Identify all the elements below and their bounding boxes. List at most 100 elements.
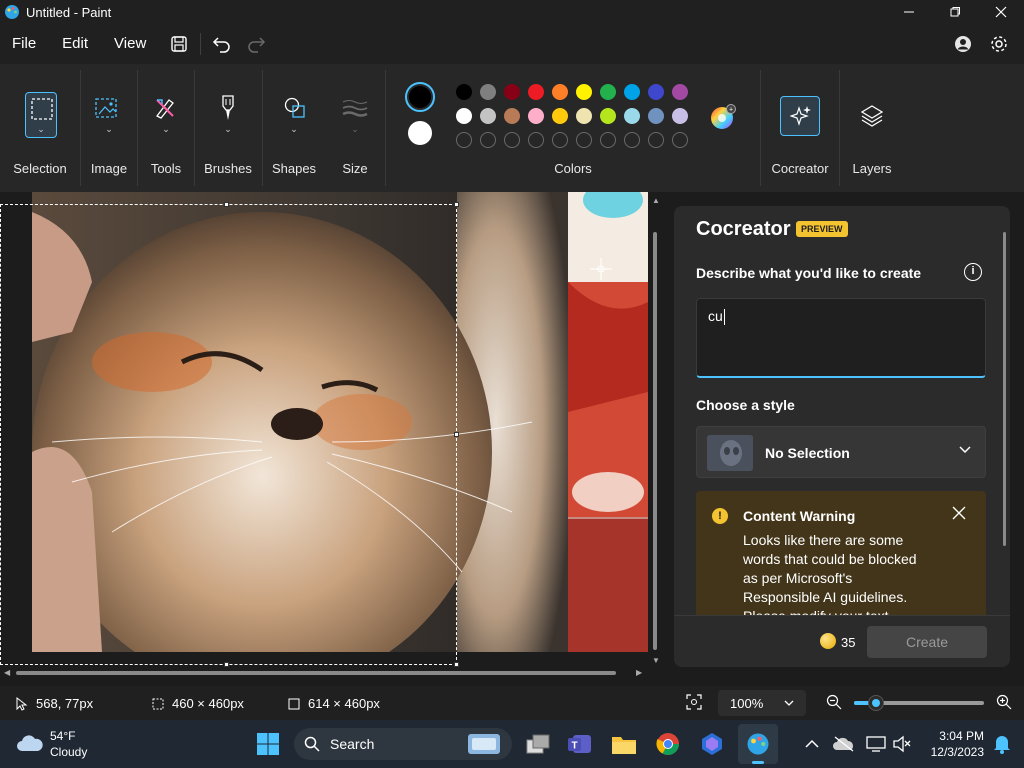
resize-handle[interactable] [224,662,229,667]
layers-group[interactable]: Layers [840,64,904,192]
empty-color-slot[interactable] [648,132,664,148]
resize-handle[interactable] [224,202,229,207]
horizontal-scroll-thumb[interactable] [16,671,616,675]
color-swatch[interactable] [480,84,496,100]
size-group[interactable]: ⌄ Size [326,64,384,192]
save-icon[interactable] [162,27,196,61]
vertical-scroll-thumb[interactable] [653,232,657,650]
color-swatch[interactable] [600,84,616,100]
empty-color-slot[interactable] [456,132,472,148]
secondary-color-swatch[interactable] [408,121,432,145]
edit-colors-icon[interactable]: + [710,104,736,130]
selection-rectangle[interactable] [0,204,457,665]
color-swatch[interactable] [624,108,640,124]
color-swatch[interactable] [672,108,688,124]
zoom-slider-thumb[interactable] [868,695,884,711]
redo-icon[interactable] [239,27,273,61]
prompt-input[interactable]: cu [696,298,986,378]
image-group[interactable]: ⌄ Image [81,64,137,192]
create-button[interactable]: Create [867,626,987,658]
onedrive-icon[interactable] [830,730,858,758]
color-swatch[interactable] [648,84,664,100]
network-icon[interactable] [862,730,890,758]
taskbar-search[interactable]: Search [294,728,512,760]
close-icon[interactable] [978,0,1024,24]
color-swatch[interactable] [480,108,496,124]
empty-color-slot[interactable] [672,132,688,148]
preview-badge: PREVIEW [796,221,848,237]
color-swatch[interactable] [528,108,544,124]
notification-bell-icon[interactable] [988,730,1016,758]
scroll-up-icon[interactable]: ▲ [652,196,660,205]
clock[interactable]: 3:04 PM 12/3/2023 [926,729,984,759]
empty-color-slot[interactable] [504,132,520,148]
zoom-slider[interactable] [854,695,984,711]
brushes-group[interactable]: ⌄ Brushes [195,64,261,192]
color-swatch[interactable] [456,108,472,124]
style-dropdown[interactable]: No Selection [696,426,986,478]
task-view-icon[interactable] [524,730,552,758]
canvas-area[interactable]: ▲ ▼ ◀ ▶ [0,192,660,682]
color-swatch[interactable] [552,84,568,100]
resize-handle[interactable] [454,662,459,667]
settings-icon[interactable] [982,27,1016,61]
account-icon[interactable] [946,27,980,61]
copilot-icon[interactable] [698,730,726,758]
empty-color-slot[interactable] [480,132,496,148]
color-swatch[interactable] [504,84,520,100]
maximize-icon[interactable] [932,0,978,24]
empty-color-slot[interactable] [552,132,568,148]
chevron-up-icon[interactable] [798,730,826,758]
scroll-left-icon[interactable]: ◀ [4,668,10,677]
close-icon[interactable] [952,504,966,525]
resize-handle[interactable] [454,202,459,207]
empty-color-slot[interactable] [576,132,592,148]
zoom-dropdown[interactable]: 100% [718,690,806,716]
file-explorer-icon[interactable] [610,730,638,758]
tools-group[interactable]: ⌄ Tools [138,64,194,192]
volume-muted-icon[interactable] [888,730,916,758]
info-icon[interactable]: i [964,263,982,281]
vertical-scrollbar[interactable]: ▲ ▼ [650,192,660,667]
shapes-group[interactable]: ⌄ Shapes [263,64,325,192]
chrome-icon[interactable] [654,730,682,758]
empty-color-slot[interactable] [624,132,640,148]
menu-edit[interactable]: Edit [50,24,100,64]
color-swatch[interactable] [552,108,568,124]
color-swatch[interactable] [456,84,472,100]
color-swatch[interactable] [504,108,520,124]
resize-handle[interactable] [454,432,459,437]
primary-color-swatch[interactable] [405,82,435,112]
menu-file[interactable]: File [0,24,48,64]
cocreator-button[interactable] [780,96,820,136]
start-icon[interactable] [254,730,282,758]
menu-view[interactable]: View [102,24,158,64]
minimize-icon[interactable] [886,0,932,24]
empty-color-slot[interactable] [600,132,616,148]
color-swatch[interactable] [624,84,640,100]
undo-icon[interactable] [205,27,239,61]
color-swatch[interactable] [648,108,664,124]
scroll-down-icon[interactable]: ▼ [652,656,660,665]
selection-button[interactable]: ⌄ [25,92,57,138]
layers-label: Layers [852,161,892,176]
color-swatch[interactable] [600,108,616,124]
paint-taskbar-button[interactable] [738,724,778,764]
empty-color-slot[interactable] [528,132,544,148]
color-swatch[interactable] [576,84,592,100]
panel-scrollbar[interactable] [1003,232,1006,546]
scroll-right-icon[interactable]: ▶ [636,668,642,677]
cocreator-group[interactable]: Cocreator [761,64,839,192]
zoom-in-icon[interactable] [996,694,1012,713]
color-swatch[interactable] [528,84,544,100]
zoom-out-icon[interactable] [826,694,842,713]
brush-icon [222,95,234,120]
fit-to-window-icon[interactable] [686,694,702,713]
sparkle-icon [790,106,811,126]
selection-group[interactable]: ⌄ Selection [0,64,80,192]
horizontal-scrollbar[interactable]: ◀ ▶ [0,668,650,678]
color-swatch[interactable] [576,108,592,124]
selection-size-text: 460 × 460px [172,696,244,711]
teams-icon[interactable]: T [566,730,594,758]
color-swatch[interactable] [672,84,688,100]
